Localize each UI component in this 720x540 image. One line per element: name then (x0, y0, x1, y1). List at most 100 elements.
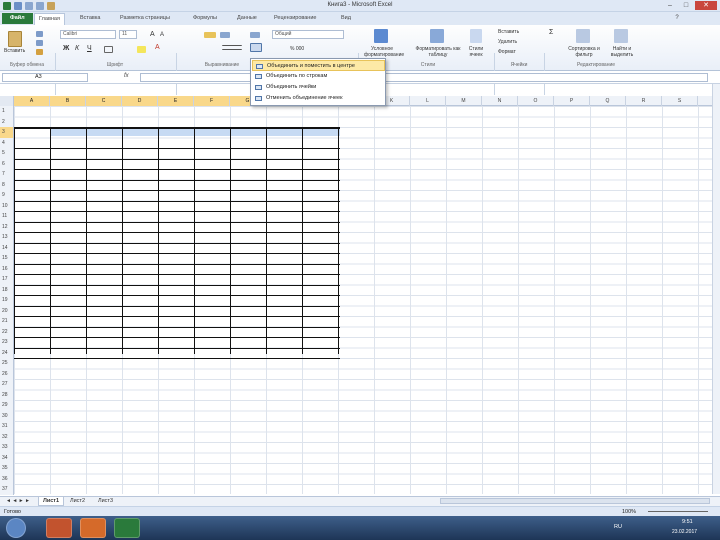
shrink-font-icon[interactable]: A (160, 32, 164, 38)
row-header[interactable]: 27 (0, 379, 14, 390)
copy-icon[interactable] (36, 40, 43, 46)
cell-styles-icon[interactable] (470, 29, 482, 43)
paste-icon[interactable] (8, 31, 22, 47)
horizontal-scrollbar[interactable] (440, 498, 710, 504)
column-header[interactable]: R (626, 96, 662, 106)
column-header[interactable]: N (482, 96, 518, 106)
align-icon[interactable] (222, 45, 242, 50)
menu-item-merge-center[interactable]: Объединить и поместить в центре (252, 60, 385, 71)
row-header[interactable]: 29 (0, 400, 14, 411)
row-header[interactable]: 33 (0, 442, 14, 453)
sort-filter-icon[interactable] (576, 29, 590, 43)
help-icon[interactable]: ? (670, 14, 684, 23)
cut-icon[interactable] (36, 31, 43, 37)
clock-date[interactable]: 23.02.2017 (672, 529, 697, 535)
row-header[interactable]: 5 (0, 148, 14, 159)
menu-item-merge-across[interactable]: Объединить по строкам (252, 71, 385, 82)
conditional-format-label[interactable]: Условное форматирование (364, 46, 404, 58)
column-header[interactable]: Q (590, 96, 626, 106)
tab-data[interactable]: Данные (233, 13, 261, 24)
row-header[interactable]: 24 (0, 347, 14, 358)
row-header[interactable]: 6 (0, 158, 14, 169)
merge-center-icon[interactable] (250, 43, 262, 52)
row-header[interactable]: 26 (0, 368, 14, 379)
percent-icon[interactable]: % 000 (290, 46, 304, 52)
row-header[interactable]: 37 (0, 484, 14, 495)
row-header[interactable]: 17 (0, 274, 14, 285)
language-indicator[interactable]: RU (614, 524, 622, 530)
menu-item-merge-cells[interactable]: Объединить ячейки (252, 82, 385, 93)
row-header[interactable]: 34 (0, 452, 14, 463)
orientation-icon[interactable] (220, 32, 230, 38)
autosum-icon[interactable]: Σ (549, 29, 553, 36)
insert-cells-button[interactable]: Вставить (498, 29, 519, 35)
cell-styles-label[interactable]: Стили ячеек (464, 46, 488, 58)
column-header[interactable]: A (14, 96, 50, 106)
zoom-slider[interactable] (648, 511, 708, 512)
row-header[interactable]: 15 (0, 253, 14, 264)
bold-icon[interactable]: Ж (63, 45, 69, 52)
format-cells-button[interactable]: Формат (498, 49, 516, 55)
row-header[interactable]: 31 (0, 421, 14, 432)
column-header[interactable]: M (446, 96, 482, 106)
row-header[interactable]: 16 (0, 263, 14, 274)
column-header[interactable]: S (662, 96, 698, 106)
cell-grid[interactable] (14, 106, 712, 494)
column-header[interactable]: F (194, 96, 230, 106)
row-header[interactable]: 21 (0, 316, 14, 327)
row-header[interactable]: 18 (0, 284, 14, 295)
sheet-tab-1[interactable]: Лист1 (38, 497, 65, 506)
row-header[interactable]: 22 (0, 326, 14, 337)
row-header[interactable]: 28 (0, 389, 14, 400)
tab-page-layout[interactable]: Разметка страницы (116, 13, 174, 24)
row-header[interactable]: 14 (0, 242, 14, 253)
row-header[interactable]: 4 (0, 137, 14, 148)
row-header[interactable]: 20 (0, 305, 14, 316)
find-select-label[interactable]: Найти и выделить (604, 46, 640, 58)
row-header[interactable]: 11 (0, 211, 14, 222)
row-header[interactable]: 36 (0, 473, 14, 484)
conditional-format-icon[interactable] (374, 29, 388, 43)
column-header[interactable]: E (158, 96, 194, 106)
sort-filter-label[interactable]: Сортировка и фильтр (564, 46, 604, 58)
maximize-icon[interactable]: □ (679, 1, 693, 10)
font-name-field[interactable]: Calibri (60, 30, 116, 39)
wrap-text-icon[interactable] (250, 32, 260, 38)
grow-font-icon[interactable]: A (150, 31, 155, 38)
column-header[interactable]: D (122, 96, 158, 106)
vertical-scrollbar[interactable] (712, 84, 720, 494)
row-header[interactable]: 35 (0, 463, 14, 474)
sheet-tab-2[interactable]: Лист2 (66, 497, 89, 506)
formula-input[interactable] (140, 73, 708, 82)
sheet-tab-3[interactable]: Лист3 (94, 497, 117, 506)
row-header[interactable]: 9 (0, 190, 14, 201)
row-header[interactable]: 23 (0, 337, 14, 348)
row-header[interactable]: 12 (0, 221, 14, 232)
minimize-icon[interactable]: – (663, 1, 677, 10)
fill-color-icon[interactable] (137, 46, 146, 53)
row-header[interactable]: 25 (0, 358, 14, 369)
powerpoint-taskbar-icon[interactable] (46, 518, 72, 538)
tab-formulas[interactable]: Формулы (189, 13, 221, 24)
row-header[interactable]: 1 (0, 106, 14, 117)
format-painter-icon[interactable] (36, 49, 43, 55)
number-format-field[interactable]: Общий (272, 30, 344, 39)
italic-icon[interactable]: К (75, 45, 79, 52)
select-all-corner[interactable] (0, 96, 14, 106)
paste-label[interactable]: Вставить (4, 48, 25, 54)
column-header[interactable]: P (554, 96, 590, 106)
row-header[interactable]: 13 (0, 232, 14, 243)
browser-taskbar-icon[interactable] (80, 518, 106, 538)
font-color-icon[interactable]: A (155, 44, 160, 51)
column-header[interactable]: O (518, 96, 554, 106)
tab-file[interactable]: Файл (2, 13, 33, 24)
insert-function-icon[interactable]: fx (124, 73, 129, 79)
format-as-table-label[interactable]: Форматировать как таблицу (414, 46, 462, 58)
row-header[interactable]: 2 (0, 116, 14, 127)
row-header[interactable]: 7 (0, 169, 14, 180)
close-icon[interactable]: ✕ (695, 1, 717, 10)
row-header[interactable]: 30 (0, 410, 14, 421)
underline-icon[interactable]: Ч (87, 45, 92, 52)
tab-view[interactable]: Вид (337, 13, 355, 24)
tab-insert[interactable]: Вставка (76, 13, 104, 24)
